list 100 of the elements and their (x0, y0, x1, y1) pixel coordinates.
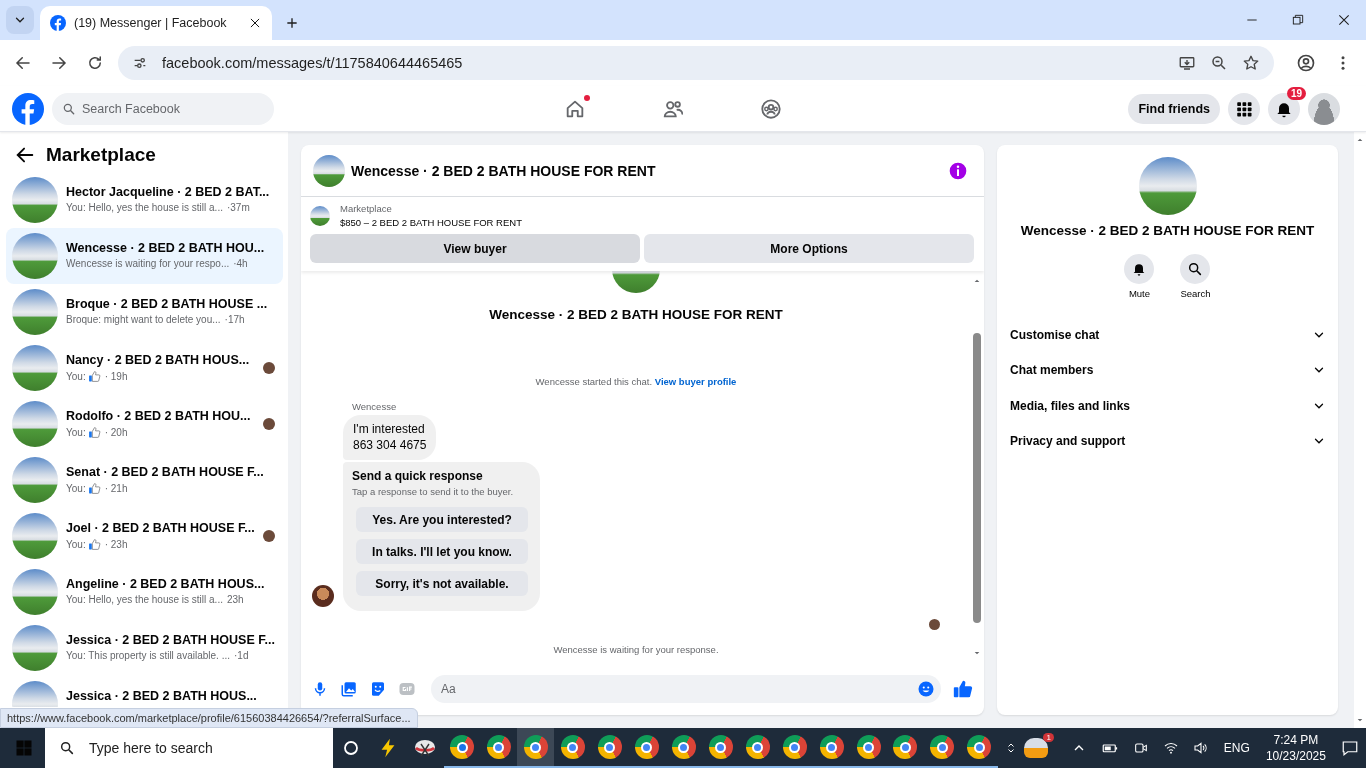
chat-name: Senat · 2 BED 2 BATH HOUSE F... (66, 465, 265, 479)
chat-list-item[interactable]: Wencesse · 2 BED 2 BATH HOU... Wencesse is waiting for your respo... ·4h (6, 228, 283, 284)
message-time: ·4h (233, 258, 248, 269)
sticker-icon[interactable] (369, 680, 387, 698)
status-url-tooltip: https://www.facebook.com/marketplace/profile/61560384426654/?referralSurface... (0, 708, 418, 728)
language-indicator[interactable]: ENG (1223, 741, 1250, 755)
browser-icon (523, 735, 548, 759)
view-buyer-profile-link[interactable]: View buyer profile (654, 376, 737, 387)
message-preview: You: This property is still available. ... (66, 650, 230, 661)
scroll-up-icon[interactable] (973, 277, 981, 285)
taskbar-app-button[interactable] (517, 728, 555, 768)
weather-badge: 1 (1043, 733, 1054, 742)
facebook-logo-icon[interactable] (12, 92, 44, 125)
clock-time[interactable]: 7:24 PM (1273, 732, 1319, 748)
chat-name: Nancy · 2 BED 2 BATH HOUS... (66, 353, 251, 367)
windows-start-icon[interactable] (15, 739, 33, 757)
chat-list-item[interactable]: Angeline · 2 BED 2 BATH HOUS... You: Hello, yes the house is still a... 23h (6, 564, 283, 620)
address-field[interactable]: facebook.com/messages/t/1175840644465465 (118, 46, 1274, 80)
thumbs-up-icon[interactable] (952, 678, 974, 700)
zoom-icon[interactable] (1210, 54, 1228, 72)
grid-icon (1235, 99, 1253, 118)
photo-icon[interactable] (340, 680, 358, 698)
close-icon[interactable] (1336, 12, 1352, 28)
wifi-icon[interactable] (1162, 740, 1179, 756)
section-row[interactable]: Media, files and links (1009, 388, 1326, 424)
house-photo (12, 625, 58, 671)
search-placeholder: Type here to search (89, 740, 213, 756)
quick-response-button[interactable]: Sorry, it's not available. (356, 571, 528, 596)
browser-tab[interactable]: (19) Messenger | Facebook (40, 6, 272, 40)
banner-button[interactable]: View buyer (310, 234, 640, 263)
scroll-down-icon[interactable] (973, 649, 981, 657)
install-icon[interactable] (1178, 54, 1196, 72)
message-bubble: I'm interested 863 304 4675 (343, 415, 437, 460)
tab-title: (19) Messenger | Facebook (74, 16, 228, 30)
chat-list-item[interactable]: Broque · 2 BED 2 BATH HOUSE ... Broque: might want to delete you... ·17h (6, 284, 283, 340)
action-label: Mute (1128, 288, 1150, 299)
section-row[interactable]: Privacy and support (1009, 423, 1326, 459)
house-photo (1138, 157, 1197, 215)
chat-list-item[interactable]: Joel · 2 BED 2 BATH HOUSE F... You: · 23h (6, 508, 283, 564)
apps-menu-button[interactable] (1228, 92, 1260, 125)
browser-icon (634, 735, 659, 759)
quick-response-subtitle: Tap a response to send it to the buyer. (352, 486, 515, 497)
section-row[interactable]: Customise chat (1009, 317, 1326, 353)
message-preview: Wencesse is waiting for your respo... (66, 258, 230, 269)
back-icon[interactable] (14, 54, 32, 72)
chat-list-item[interactable]: Nancy · 2 BED 2 BATH HOUS... You: · 19h (6, 340, 283, 396)
circle-icon (342, 739, 361, 757)
site-settings-icon[interactable] (132, 55, 148, 71)
action-label: Search (1180, 288, 1211, 299)
forward-icon[interactable] (50, 54, 68, 72)
section-label: Chat members (1010, 363, 1094, 378)
house-photo (12, 569, 58, 615)
find-friends-button[interactable]: Find friends (1128, 93, 1220, 124)
chat-list-item[interactable]: Jessica · 2 BED 2 BATH HOUSE F... You: This property is still available. ... ·1d (6, 620, 283, 676)
chat-name: Wencesse · 2 BED 2 BATH HOU... (66, 241, 266, 255)
quick-response-button[interactable]: Yes. Are you interested? (356, 507, 528, 532)
search-placeholder: Search Facebook (82, 101, 180, 116)
facebook-logo-icon (50, 15, 66, 31)
taskbar-search-field[interactable]: Type here to search (45, 728, 333, 768)
camera-icon[interactable] (1132, 740, 1149, 756)
thumbs-up-icon (87, 370, 101, 383)
profile-avatar[interactable] (1308, 92, 1340, 125)
message-time: · 23h (104, 539, 128, 550)
browser-icon (671, 735, 696, 759)
sender-avatar (312, 585, 334, 607)
new-tab-icon[interactable] (284, 15, 300, 31)
bookmark-star-icon[interactable] (1242, 54, 1260, 72)
reload-icon[interactable] (86, 54, 104, 72)
search-button[interactable] (1180, 254, 1211, 284)
groups-icon[interactable] (760, 97, 782, 120)
clock-date[interactable]: 10/23/2025 (1265, 748, 1326, 764)
house-photo (12, 401, 58, 447)
quick-response-button[interactable]: In talks. I'll let you know. (356, 539, 528, 564)
chat-title: Wencesse · 2 BED 2 BATH HOUSE FOR RENT (351, 162, 656, 179)
browser-icon (708, 735, 733, 759)
volume-icon[interactable] (1192, 740, 1209, 756)
scroll-up-icon[interactable] (1356, 136, 1364, 144)
chat-list-item[interactable]: Hector Jacqueline · 2 BED 2 BAT... You: Hello, yes the house is still a... ·37m (6, 172, 283, 228)
message-time: ·17h (224, 314, 245, 325)
emoji-icon[interactable] (917, 680, 935, 698)
search-field[interactable]: Search Facebook (52, 92, 274, 125)
conversation-name: Wencesse · 2 BED 2 BATH HOUSE FOR RENT (489, 307, 783, 322)
message-input[interactable]: Aa (431, 675, 941, 703)
section-row[interactable]: Chat members (1009, 352, 1326, 388)
close-icon[interactable] (248, 16, 262, 30)
message-time: · 21h (104, 483, 128, 494)
scroll-down-icon[interactable] (1356, 716, 1364, 724)
profile-icon[interactable] (1296, 53, 1316, 73)
browser-icon (745, 735, 770, 759)
banner-button[interactable]: More Options (644, 234, 974, 263)
house-photo (12, 177, 58, 223)
weather-icon[interactable] (1023, 738, 1048, 758)
chat-list-item[interactable]: Senat · 2 BED 2 BATH HOUSE F... You: · 21h (6, 452, 283, 508)
chat-list-item[interactable]: Rodolfo · 2 BED 2 BATH HOU... You: · 20h (6, 396, 283, 452)
restore-icon[interactable] (1290, 12, 1306, 28)
info-icon[interactable] (948, 160, 968, 181)
scrollbar-thumb[interactable] (973, 333, 981, 623)
notifications-icon[interactable] (1340, 739, 1359, 757)
bell-button[interactable] (1124, 254, 1155, 284)
chat-name: Jessica · 2 BED 2 BATH HOUS... (66, 689, 258, 703)
